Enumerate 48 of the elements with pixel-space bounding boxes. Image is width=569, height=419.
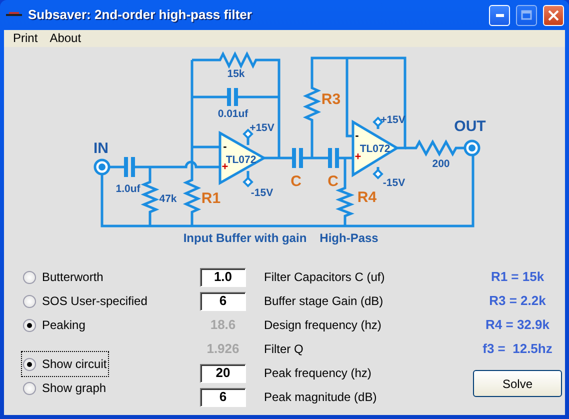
- part-label: R4: [357, 189, 377, 206]
- input-field[interactable]: 6: [200, 292, 246, 310]
- part-label: R3: [321, 91, 341, 108]
- component-label: +15V: [250, 122, 274, 134]
- component-label: TL072: [226, 154, 256, 166]
- section-caption: Input Buffer with gain: [183, 231, 307, 245]
- component-label: 200: [432, 158, 450, 170]
- component-label: -15V: [250, 187, 274, 199]
- radio-option[interactable]: Peaking: [22, 313, 200, 337]
- parameter-label: Buffer stage Gain (dB): [264, 293, 384, 310]
- port-label: IN: [94, 140, 108, 157]
- component-label: 15k: [227, 68, 245, 80]
- result-text: R1 = 15k: [490, 268, 544, 286]
- pin-label: -: [223, 141, 227, 153]
- part-label: C: [328, 173, 338, 190]
- menu-item[interactable]: About: [44, 30, 88, 47]
- radio-option[interactable]: Show graph: [22, 376, 108, 400]
- input-field[interactable]: 1.0: [200, 268, 246, 286]
- component-label: 47k: [159, 193, 177, 205]
- window-title: Subsaver: 2nd-order high-pass filter: [28, 6, 253, 24]
- part-label: R1: [201, 190, 221, 207]
- pin-label: +: [354, 151, 362, 163]
- computed-value: 18.6: [209, 316, 237, 334]
- component-label: 1.0uf: [116, 183, 140, 195]
- parameter-label: Design frequency (hz): [264, 317, 382, 334]
- parameter-label: Peak magnitude (dB): [264, 389, 377, 406]
- component-label: 0.01uf: [218, 108, 248, 120]
- computed-value: 1.926: [206, 340, 240, 358]
- input-field[interactable]: 6: [200, 388, 246, 406]
- input-field[interactable]: 20: [200, 364, 246, 382]
- radio-option[interactable]: Butterworth: [22, 265, 200, 289]
- part-label: C: [290, 173, 302, 190]
- result-text: R3 = 2.2k: [489, 292, 546, 310]
- menu-item[interactable]: Print: [7, 30, 44, 47]
- component-label: TL072: [360, 143, 390, 155]
- radio-option[interactable]: SOS User-specified: [22, 289, 200, 313]
- port-label: OUT: [454, 118, 486, 135]
- parameter-label: Filter Capacitors C (uf): [264, 269, 385, 286]
- result-text: f3 = 12.5hz: [482, 340, 552, 358]
- solve-button[interactable]: Solve: [473, 370, 562, 397]
- component-label: -15V: [382, 177, 406, 189]
- parameter-label: Filter Q: [264, 341, 304, 358]
- section-caption: High-Pass: [320, 231, 378, 245]
- pin-label: -: [355, 130, 359, 142]
- parameter-label: Peak frequency (hz): [264, 365, 372, 382]
- radio-option[interactable]: Show circuit: [22, 352, 108, 376]
- pin-label: +: [222, 161, 228, 173]
- result-text: R4 = 32.9k: [486, 316, 550, 334]
